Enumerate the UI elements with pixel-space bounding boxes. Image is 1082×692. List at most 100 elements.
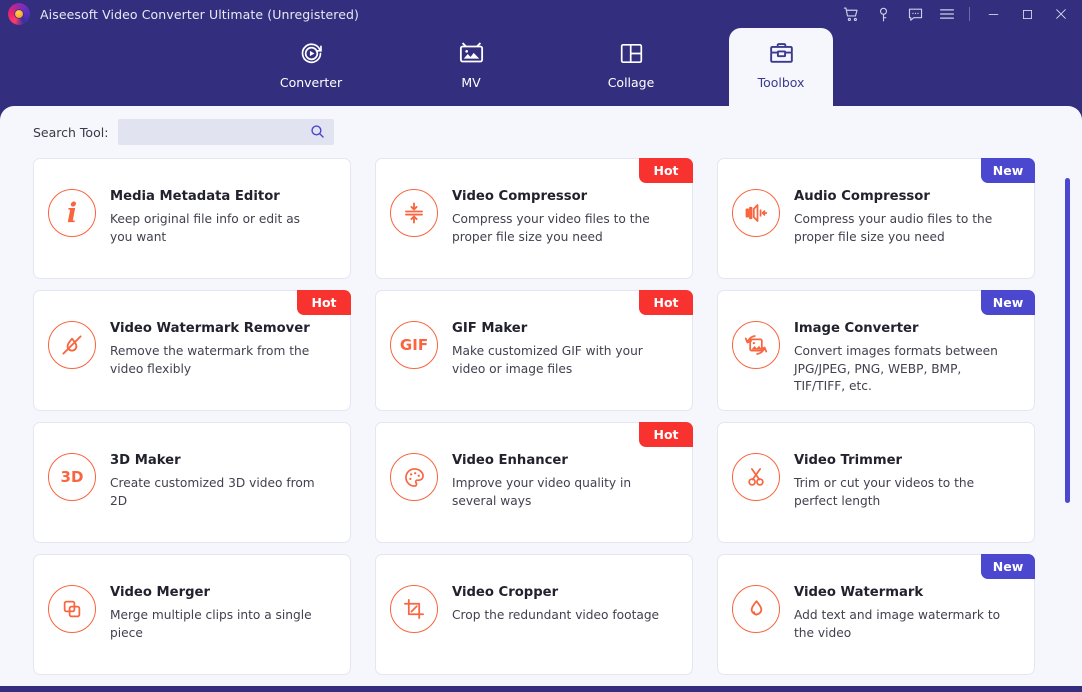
scrollbar-thumb[interactable] [1065, 178, 1070, 503]
tool-description: Merge multiple clips into a single piece [110, 608, 312, 640]
menu-icon[interactable] [931, 0, 963, 28]
tab-list: Converter MV Collage Toolbox [231, 28, 851, 106]
tool-title: Video Cropper [452, 585, 559, 600]
toolbox-icon [768, 38, 795, 68]
cart-icon[interactable] [835, 0, 867, 28]
speaker-compress-icon [732, 189, 780, 237]
tool-title: Media Metadata Editor [110, 189, 280, 204]
tool-description: Convert images formats between JPG/JPEG,… [794, 344, 998, 393]
tab-mv-label: MV [461, 75, 481, 90]
gif-icon: GIF [390, 321, 438, 369]
tool-card-video-watermark-remover[interactable]: Hot Video Watermark Remover Remove the w… [33, 290, 351, 411]
search-icon[interactable] [309, 123, 326, 144]
tool-title: GIF Maker [452, 321, 528, 336]
tool-card-video-enhancer[interactable]: Hot Video Enhancer Improve your video qu… [375, 422, 693, 543]
maximize-button[interactable] [1010, 0, 1044, 28]
tool-card-body: Video Cropper Crop the redundant video f… [452, 579, 659, 625]
tool-card-body: Video Watermark Add text and image water… [794, 579, 1008, 642]
scissors-icon [732, 453, 780, 501]
tool-description: Compress your video files to the proper … [452, 212, 650, 244]
tool-title: Audio Compressor [794, 189, 930, 204]
tool-description: Improve your video quality in several wa… [452, 476, 632, 508]
window-footer [0, 686, 1082, 692]
application-window: Aiseesoft Video Converter Ultimate (Unre… [0, 0, 1082, 692]
tool-title: Video Watermark Remover [110, 321, 310, 336]
tool-card-body: GIF Maker Make customized GIF with your … [452, 315, 666, 378]
status-badge: New [981, 158, 1035, 183]
three-d-icon: 3D [48, 453, 96, 501]
status-badge: Hot [639, 422, 693, 447]
tab-collage-label: Collage [607, 75, 655, 90]
tool-title: Video Merger [110, 585, 210, 600]
tool-card-video-trimmer[interactable]: Video Trimmer Trim or cut your videos to… [717, 422, 1035, 543]
collage-icon [618, 38, 645, 68]
tool-card-body: Audio Compressor Compress your audio fil… [794, 183, 1008, 246]
vertical-scrollbar[interactable] [1065, 178, 1070, 668]
tool-description: Compress your audio files to the proper … [794, 212, 993, 244]
compress-icon [390, 189, 438, 237]
window-title: Aiseesoft Video Converter Ultimate (Unre… [40, 6, 360, 22]
minimize-button[interactable] [976, 0, 1010, 28]
main-navigation: Converter MV Collage Toolbox [0, 28, 1082, 106]
tool-card-audio-compressor[interactable]: New Audio Compressor Compress your audio… [717, 158, 1035, 279]
tool-card-video-cropper[interactable]: Video Cropper Crop the redundant video f… [375, 554, 693, 675]
search-input[interactable] [125, 120, 308, 144]
crop-icon [390, 585, 438, 633]
tool-description: Crop the redundant video footage [452, 608, 660, 622]
watermark-remove-icon [48, 321, 96, 369]
tool-card-image-converter[interactable]: New Image Converter Convert images forma… [717, 290, 1035, 411]
droplet-icon [732, 585, 780, 633]
tool-card-body: 3D Maker Create customized 3D video from… [110, 447, 324, 510]
tool-title: 3D Maker [110, 453, 181, 468]
tool-description: Create customized 3D video from 2D [110, 476, 315, 508]
titlebar-divider [969, 7, 970, 21]
tools-grid: i Media Metadata Editor Keep original fi… [33, 158, 1049, 675]
key-icon[interactable] [867, 0, 899, 28]
search-label: Search Tool: [33, 124, 109, 140]
mv-icon [457, 38, 486, 68]
merge-icon [48, 585, 96, 633]
tool-description: Keep original file info or edit as you w… [110, 212, 301, 244]
close-button[interactable] [1044, 0, 1078, 28]
tab-converter[interactable]: Converter [261, 28, 361, 106]
tab-toolbox[interactable]: Toolbox [729, 28, 833, 106]
palette-icon [390, 453, 438, 501]
tab-mv[interactable]: MV [421, 28, 521, 106]
aiseesoft-logo-icon [6, 1, 32, 27]
tool-description: Trim or cut your videos to the perfect l… [794, 476, 975, 508]
tab-collage[interactable]: Collage [581, 28, 681, 106]
status-badge: New [981, 290, 1035, 315]
tool-card-3d-maker[interactable]: 3D 3D Maker Create customized 3D video f… [33, 422, 351, 543]
tool-card-body: Video Compressor Compress your video fil… [452, 183, 666, 246]
tool-description: Remove the watermark from the video flex… [110, 344, 310, 376]
converter-icon [298, 38, 325, 68]
feedback-icon[interactable] [899, 0, 931, 28]
tool-description: Add text and image watermark to the vide… [794, 608, 1001, 640]
tool-card-gif-maker[interactable]: Hot GIF GIF Maker Make customized GIF wi… [375, 290, 693, 411]
tools-grid-wrapper: i Media Metadata Editor Keep original fi… [0, 158, 1082, 686]
status-badge: Hot [639, 158, 693, 183]
status-badge: New [981, 554, 1035, 579]
tool-title: Video Trimmer [794, 453, 903, 468]
tool-card-video-compressor[interactable]: Hot Video Compressor Compress your video… [375, 158, 693, 279]
tool-card-media-metadata-editor[interactable]: i Media Metadata Editor Keep original fi… [33, 158, 351, 279]
tool-description: Make customized GIF with your video or i… [452, 344, 643, 376]
search-row: Search Tool: [0, 106, 1082, 158]
tool-card-body: Video Enhancer Improve your video qualit… [452, 447, 666, 510]
tool-card-body: Video Merger Merge multiple clips into a… [110, 579, 324, 642]
status-badge: Hot [297, 290, 351, 315]
tool-card-body: Image Converter Convert images formats b… [794, 315, 1008, 396]
tool-card-body: Video Watermark Remover Remove the water… [110, 315, 324, 378]
title-bar: Aiseesoft Video Converter Ultimate (Unre… [0, 0, 1082, 28]
info-circle-icon: i [48, 189, 96, 237]
tool-card-video-watermark[interactable]: New Video Watermark Add text and image w… [717, 554, 1035, 675]
titlebar-actions [835, 0, 1082, 28]
tool-card-video-merger[interactable]: Video Merger Merge multiple clips into a… [33, 554, 351, 675]
tool-card-body: Media Metadata Editor Keep original file… [110, 183, 324, 246]
tool-title: Video Enhancer [452, 453, 568, 468]
toolbox-panel: Search Tool: i Media Metadata Editor Kee… [0, 106, 1082, 686]
tool-title: Image Converter [794, 321, 919, 336]
tab-toolbox-label: Toolbox [757, 75, 805, 90]
search-box[interactable] [118, 119, 335, 145]
tool-title: Video Compressor [452, 189, 588, 204]
